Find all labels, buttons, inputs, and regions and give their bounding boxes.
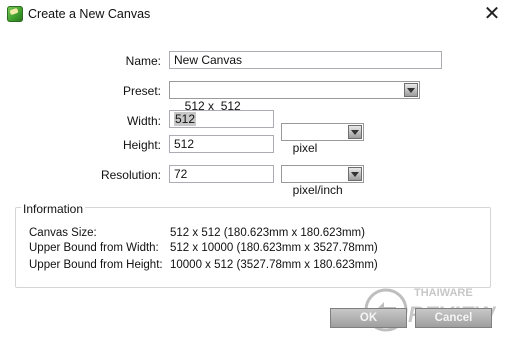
unit-value: pixel	[292, 141, 318, 155]
unit-select[interactable]: pixel	[281, 123, 364, 155]
canvas-size-label: Canvas Size:	[29, 227, 97, 239]
resolution-unit-dropdown-icon[interactable]	[348, 167, 362, 181]
name-value: New Canvas	[174, 53, 243, 67]
upper-bound-height-value: 10000 x 512 (3527.78mm x 180.623mm)	[170, 259, 378, 271]
canvas-size-value: 512 x 512 (180.623mm x 180.623mm)	[170, 227, 365, 239]
thaiware-review-watermark: THAIWARE REVIEW	[364, 287, 497, 332]
window-title: Create a New Canvas	[28, 7, 151, 21]
preset-label: Preset:	[122, 84, 161, 98]
resolution-unit-value: pixel/inch	[292, 183, 343, 197]
width-label: Width:	[126, 114, 161, 128]
height-label: Height:	[122, 138, 161, 152]
resolution-unit-select[interactable]: pixel/inch	[281, 165, 364, 197]
unit-dropdown-icon[interactable]	[348, 125, 362, 139]
preset-select[interactable]: 512 x 512	[169, 81, 420, 113]
ok-button[interactable]: OK	[330, 308, 407, 328]
resolution-value: 72	[174, 167, 188, 181]
preset-dropdown-icon[interactable]	[404, 83, 418, 97]
width-input[interactable]: 512	[169, 110, 274, 128]
watermark-line1: THAIWARE	[414, 287, 473, 299]
name-label: Name:	[125, 54, 161, 68]
height-value: 512	[174, 137, 195, 151]
upper-bound-width-label: Upper Bound from Width:	[29, 242, 159, 254]
width-value: 512	[174, 112, 197, 126]
resolution-label: Resolution:	[100, 168, 161, 182]
app-icon	[7, 6, 23, 22]
information-title: Information	[21, 202, 86, 216]
height-input[interactable]: 512	[169, 135, 274, 153]
close-button[interactable]: ✕	[479, 2, 505, 26]
title-bar: Create a New Canvas ✕	[0, 0, 513, 28]
name-input[interactable]: New Canvas	[169, 51, 442, 69]
cancel-button[interactable]: Cancel	[415, 308, 492, 328]
resolution-input[interactable]: 72	[169, 165, 274, 183]
upper-bound-width-value: 512 x 10000 (180.623mm x 3527.78mm)	[170, 242, 378, 254]
upper-bound-height-label: Upper Bound from Height:	[29, 259, 163, 271]
